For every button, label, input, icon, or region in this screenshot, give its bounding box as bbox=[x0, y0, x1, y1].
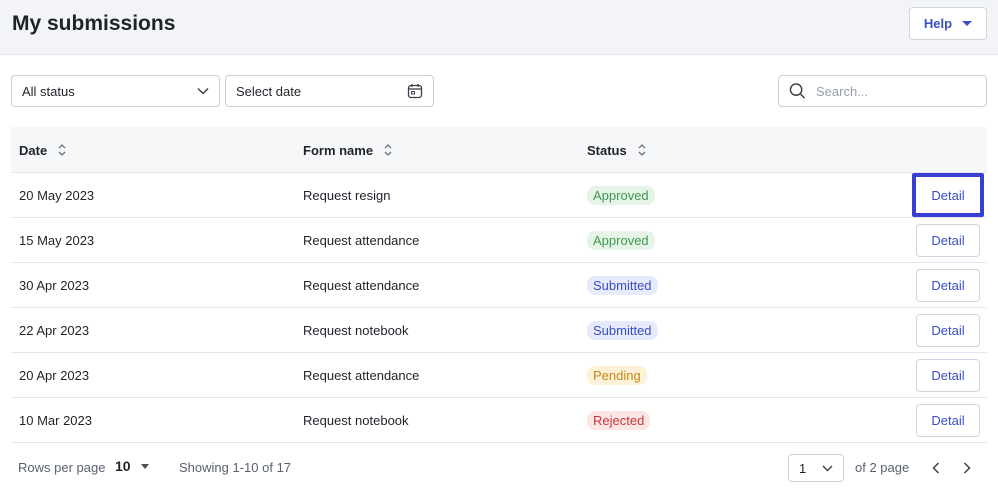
column-header-label: Date bbox=[19, 142, 48, 158]
page-number-select[interactable]: 1 bbox=[788, 454, 844, 482]
sort-icon bbox=[638, 144, 646, 156]
column-header-date[interactable]: Date bbox=[19, 127, 67, 173]
sort-icon bbox=[384, 144, 392, 156]
next-page-button[interactable] bbox=[957, 458, 977, 478]
date-filter-value: Select date bbox=[236, 83, 302, 99]
table-header: Date Form name Status bbox=[11, 127, 987, 173]
table-row: 15 May 2023 Request attendance Approved … bbox=[11, 218, 987, 263]
detail-button[interactable]: Detail bbox=[916, 269, 980, 302]
status-filter-select[interactable]: All status bbox=[11, 75, 220, 107]
detail-button[interactable]: Detail bbox=[916, 224, 980, 257]
column-header-status[interactable]: Status bbox=[587, 127, 647, 173]
status-badge: Pending bbox=[587, 365, 647, 385]
chevron-down-icon bbox=[822, 465, 833, 471]
submissions-table: Date Form name Status 20 May 2023 Reques… bbox=[11, 127, 987, 443]
status-badge: Approved bbox=[587, 230, 655, 250]
detail-button[interactable]: Detail bbox=[916, 359, 980, 392]
rows-per-page-select[interactable]: 10 bbox=[115, 458, 149, 474]
search-input[interactable] bbox=[816, 83, 976, 99]
status-badge: Submitted bbox=[587, 320, 658, 340]
chevron-down-icon bbox=[962, 21, 973, 26]
page-header: My submissions Help bbox=[0, 0, 998, 55]
detail-button[interactable]: Detail bbox=[912, 173, 984, 217]
help-button-label: Help bbox=[923, 16, 953, 31]
chevron-right-icon bbox=[963, 462, 971, 474]
sort-icon bbox=[58, 144, 66, 156]
rows-per-page-label: Rows per page bbox=[18, 460, 106, 475]
row-date: 15 May 2023 bbox=[19, 232, 95, 248]
row-form-name: Request notebook bbox=[303, 412, 409, 428]
status-badge: Approved bbox=[587, 185, 655, 205]
column-header-label: Form name bbox=[303, 142, 374, 158]
previous-page-button[interactable] bbox=[926, 458, 946, 478]
table-row: 20 Apr 2023 Request attendance Pending D… bbox=[11, 353, 987, 398]
search-box[interactable] bbox=[778, 75, 987, 107]
row-form-name: Request attendance bbox=[303, 367, 420, 383]
page-number-value: 1 bbox=[799, 460, 807, 476]
row-form-name: Request resign bbox=[303, 187, 391, 203]
table-row: 10 Mar 2023 Request notebook Rejected De… bbox=[11, 398, 987, 443]
help-button[interactable]: Help bbox=[909, 7, 987, 40]
row-date: 20 Apr 2023 bbox=[19, 367, 90, 383]
calendar-icon bbox=[407, 84, 423, 99]
row-form-name: Request attendance bbox=[303, 277, 420, 293]
status-filter-value: All status bbox=[22, 83, 75, 99]
row-date: 10 Mar 2023 bbox=[19, 412, 92, 428]
column-header-form-name[interactable]: Form name bbox=[303, 127, 393, 173]
chevron-left-icon bbox=[932, 462, 940, 474]
table-row: 20 May 2023 Request resign Approved Deta… bbox=[11, 173, 987, 218]
row-date: 22 Apr 2023 bbox=[19, 322, 90, 338]
row-date: 20 May 2023 bbox=[19, 187, 95, 203]
date-filter-picker[interactable]: Select date bbox=[225, 75, 434, 107]
table-row: 30 Apr 2023 Request attendance Submitted… bbox=[11, 263, 987, 308]
table-row: 22 Apr 2023 Request notebook Submitted D… bbox=[11, 308, 987, 353]
caret-down-icon bbox=[140, 463, 149, 469]
total-pages-label: of 2 page bbox=[855, 460, 910, 475]
row-form-name: Request notebook bbox=[303, 322, 409, 338]
chevron-down-icon bbox=[197, 87, 209, 95]
showing-count: Showing 1-10 of 17 bbox=[179, 460, 292, 475]
rows-per-page-value: 10 bbox=[115, 458, 131, 474]
search-icon bbox=[789, 83, 806, 99]
pagination-footer: Rows per page 10 Showing 1-10 of 17 1 of… bbox=[0, 448, 998, 488]
page-title: My submissions bbox=[12, 12, 176, 35]
detail-button[interactable]: Detail bbox=[916, 314, 980, 347]
row-form-name: Request attendance bbox=[303, 232, 420, 248]
status-badge: Rejected bbox=[587, 410, 651, 430]
status-badge: Submitted bbox=[587, 275, 658, 295]
row-date: 30 Apr 2023 bbox=[19, 277, 90, 293]
column-header-label: Status bbox=[587, 142, 627, 158]
detail-button[interactable]: Detail bbox=[916, 404, 980, 437]
